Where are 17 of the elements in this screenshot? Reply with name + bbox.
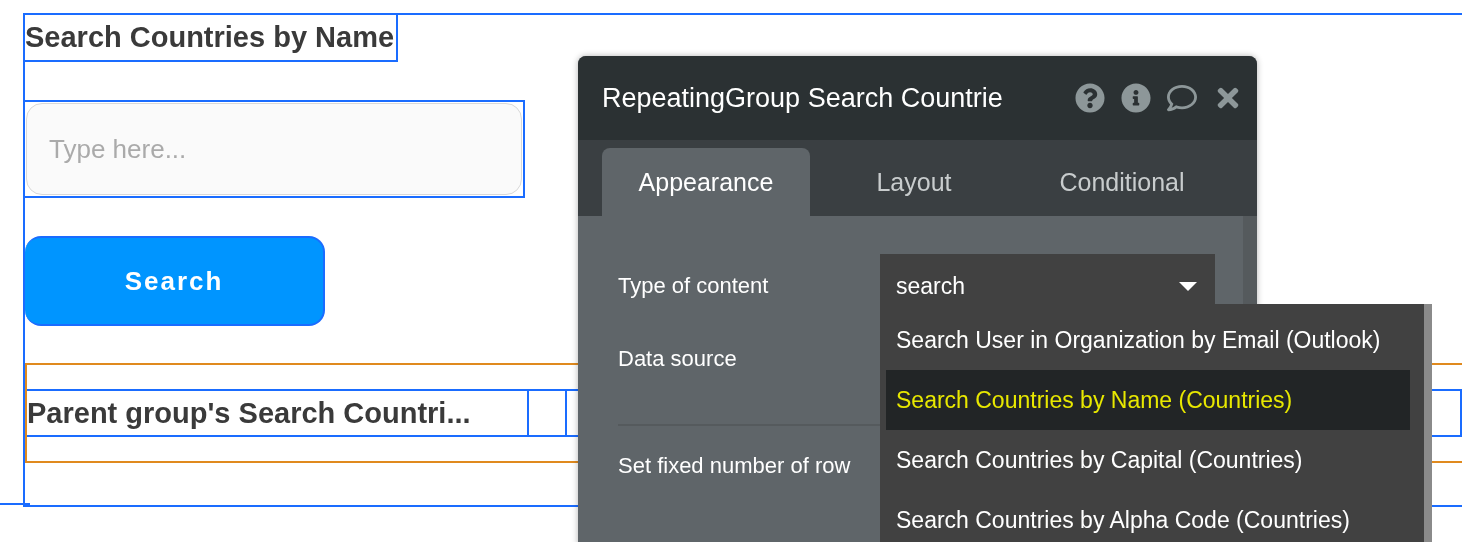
field-label: Data source bbox=[618, 346, 738, 372]
panel-tab[interactable]: Appearance bbox=[602, 148, 810, 216]
field-label: Type of content bbox=[618, 273, 770, 299]
panel-title: RepeatingGroup Search Countrie bbox=[602, 82, 1004, 114]
group-cell-text: Parent group's Search Countri... bbox=[27, 391, 529, 435]
dropdown-option[interactable]: Search Countries by Alpha Code (Countries) bbox=[886, 490, 1410, 542]
field-label: Set fixed number of row bbox=[618, 453, 852, 479]
comment-icon[interactable] bbox=[1167, 83, 1197, 113]
dropdown-option[interactable]: Search Countries by Capital (Countries) bbox=[886, 430, 1410, 490]
search-input[interactable]: Type here... bbox=[26, 103, 522, 195]
caret-icon bbox=[1179, 281, 1197, 291]
dropdown-option[interactable]: Search Countries by Name (Countries) bbox=[886, 370, 1410, 430]
panel-tab[interactable]: Layout bbox=[810, 148, 1018, 216]
help-icon[interactable] bbox=[1075, 83, 1105, 113]
info-icon[interactable] bbox=[1121, 83, 1151, 113]
panel-tab[interactable]: Conditional bbox=[1018, 148, 1226, 216]
heading: Search Countries by Name bbox=[25, 15, 399, 62]
